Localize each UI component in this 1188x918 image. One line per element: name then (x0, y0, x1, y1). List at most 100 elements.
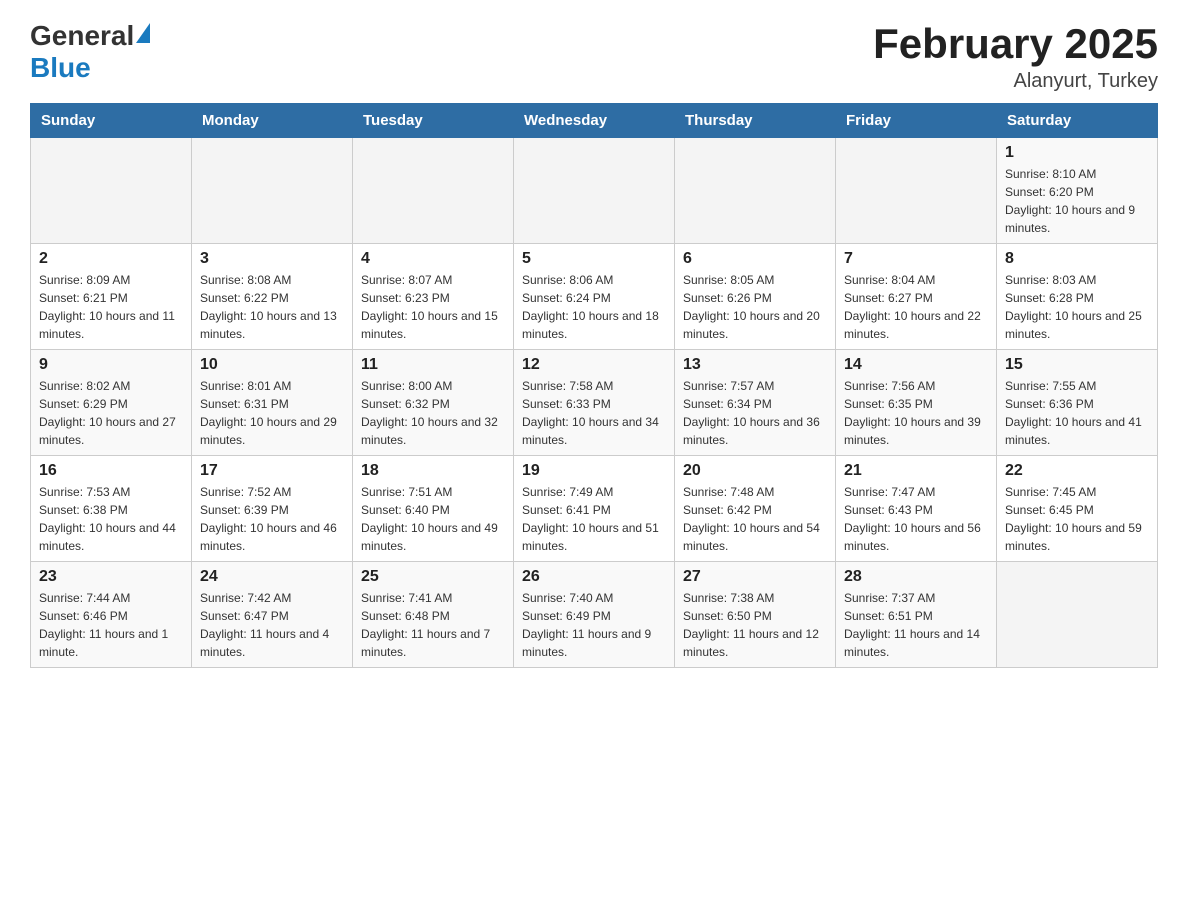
day-number: 2 (39, 250, 183, 268)
day-info: Sunrise: 8:05 AM Sunset: 6:26 PM Dayligh… (683, 271, 827, 343)
week-row-1: 1 Sunrise: 8:10 AM Sunset: 6:20 PM Daylig… (31, 138, 1158, 244)
day-info: Sunrise: 8:09 AM Sunset: 6:21 PM Dayligh… (39, 271, 183, 343)
weekday-header-monday: Monday (192, 104, 353, 138)
week-row-2: 2 Sunrise: 8:09 AM Sunset: 6:21 PM Daylig… (31, 244, 1158, 350)
day-number: 24 (200, 568, 344, 586)
day-info: Sunrise: 7:44 AM Sunset: 6:46 PM Dayligh… (39, 589, 183, 661)
day-number: 15 (1005, 356, 1149, 374)
weekday-header-wednesday: Wednesday (514, 104, 675, 138)
calendar-cell: 22Sunrise: 7:45 AM Sunset: 6:45 PM Dayli… (997, 456, 1158, 562)
day-info: Sunrise: 8:00 AM Sunset: 6:32 PM Dayligh… (361, 377, 505, 449)
day-number: 28 (844, 568, 988, 586)
day-number: 26 (522, 568, 666, 586)
day-number: 14 (844, 356, 988, 374)
calendar-cell (675, 138, 836, 244)
calendar-cell: 16 Sunrise: 7:53 AM Sunset: 6:38 PM Dayli… (31, 456, 192, 562)
day-info: Sunrise: 7:48 AM Sunset: 6:42 PM Dayligh… (683, 483, 827, 555)
calendar-cell: 7Sunrise: 8:04 AM Sunset: 6:27 PM Daylig… (836, 244, 997, 350)
logo-blue-text: Blue (30, 52, 91, 84)
calendar-cell: 3 Sunrise: 8:08 AM Sunset: 6:22 PM Daylig… (192, 244, 353, 350)
day-number: 4 (361, 250, 505, 268)
calendar-cell: 13Sunrise: 7:57 AM Sunset: 6:34 PM Dayli… (675, 350, 836, 456)
calendar-cell: 19 Sunrise: 7:49 AM Sunset: 6:41 PM Dayli… (514, 456, 675, 562)
day-info: Sunrise: 8:01 AM Sunset: 6:31 PM Dayligh… (200, 377, 344, 449)
calendar-cell: 17 Sunrise: 7:52 AM Sunset: 6:39 PM Dayli… (192, 456, 353, 562)
day-info: Sunrise: 8:07 AM Sunset: 6:23 PM Dayligh… (361, 271, 505, 343)
day-info: Sunrise: 8:10 AM Sunset: 6:20 PM Dayligh… (1005, 165, 1149, 237)
weekday-header-friday: Friday (836, 104, 997, 138)
calendar-cell: 8 Sunrise: 8:03 AM Sunset: 6:28 PM Daylig… (997, 244, 1158, 350)
calendar-cell: 28 Sunrise: 7:37 AM Sunset: 6:51 PM Dayli… (836, 562, 997, 668)
day-number: 22 (1005, 462, 1149, 480)
day-info: Sunrise: 7:40 AM Sunset: 6:49 PM Dayligh… (522, 589, 666, 661)
day-number: 16 (39, 462, 183, 480)
calendar-cell (192, 138, 353, 244)
day-number: 17 (200, 462, 344, 480)
day-number: 19 (522, 462, 666, 480)
day-info: Sunrise: 7:52 AM Sunset: 6:39 PM Dayligh… (200, 483, 344, 555)
calendar-cell: 24 Sunrise: 7:42 AM Sunset: 6:47 PM Dayli… (192, 562, 353, 668)
calendar-cell: 21 Sunrise: 7:47 AM Sunset: 6:43 PM Dayli… (836, 456, 997, 562)
page-header: General Blue February 2025 Alanyurt, Tur… (30, 20, 1158, 93)
day-number: 5 (522, 250, 666, 268)
weekday-header-sunday: Sunday (31, 104, 192, 138)
calendar-cell: 26 Sunrise: 7:40 AM Sunset: 6:49 PM Dayli… (514, 562, 675, 668)
calendar-cell (836, 138, 997, 244)
day-number: 3 (200, 250, 344, 268)
day-info: Sunrise: 7:53 AM Sunset: 6:38 PM Dayligh… (39, 483, 183, 555)
day-info: Sunrise: 8:08 AM Sunset: 6:22 PM Dayligh… (200, 271, 344, 343)
day-number: 25 (361, 568, 505, 586)
day-number: 8 (1005, 250, 1149, 268)
calendar-cell: 20 Sunrise: 7:48 AM Sunset: 6:42 PM Dayli… (675, 456, 836, 562)
calendar-cell: 12Sunrise: 7:58 AM Sunset: 6:33 PM Dayli… (514, 350, 675, 456)
day-info: Sunrise: 8:03 AM Sunset: 6:28 PM Dayligh… (1005, 271, 1149, 343)
calendar-cell: 5Sunrise: 8:06 AM Sunset: 6:24 PM Daylig… (514, 244, 675, 350)
day-info: Sunrise: 7:41 AM Sunset: 6:48 PM Dayligh… (361, 589, 505, 661)
calendar-cell: 27 Sunrise: 7:38 AM Sunset: 6:50 PM Dayli… (675, 562, 836, 668)
calendar-cell: 23 Sunrise: 7:44 AM Sunset: 6:46 PM Dayli… (31, 562, 192, 668)
day-number: 1 (1005, 144, 1149, 162)
calendar-cell: 25 Sunrise: 7:41 AM Sunset: 6:48 PM Dayli… (353, 562, 514, 668)
day-info: Sunrise: 7:51 AM Sunset: 6:40 PM Dayligh… (361, 483, 505, 555)
calendar-title: February 2025 (873, 20, 1158, 68)
day-number: 6 (683, 250, 827, 268)
day-number: 11 (361, 356, 505, 374)
calendar-cell: 2 Sunrise: 8:09 AM Sunset: 6:21 PM Daylig… (31, 244, 192, 350)
day-info: Sunrise: 7:57 AM Sunset: 6:34 PM Dayligh… (683, 377, 827, 449)
calendar-cell: 11 Sunrise: 8:00 AM Sunset: 6:32 PM Dayli… (353, 350, 514, 456)
day-number: 27 (683, 568, 827, 586)
calendar-cell (353, 138, 514, 244)
calendar-cell: 1 Sunrise: 8:10 AM Sunset: 6:20 PM Daylig… (997, 138, 1158, 244)
day-info: Sunrise: 7:42 AM Sunset: 6:47 PM Dayligh… (200, 589, 344, 661)
day-info: Sunrise: 7:58 AM Sunset: 6:33 PM Dayligh… (522, 377, 666, 449)
calendar-cell: 14Sunrise: 7:56 AM Sunset: 6:35 PM Dayli… (836, 350, 997, 456)
calendar-cell: 10Sunrise: 8:01 AM Sunset: 6:31 PM Dayli… (192, 350, 353, 456)
calendar-subtitle: Alanyurt, Turkey (873, 70, 1158, 93)
logo: General Blue (30, 20, 150, 84)
day-info: Sunrise: 7:55 AM Sunset: 6:36 PM Dayligh… (1005, 377, 1149, 449)
logo-general-text: General (30, 20, 134, 52)
day-info: Sunrise: 8:02 AM Sunset: 6:29 PM Dayligh… (39, 377, 183, 449)
day-info: Sunrise: 7:47 AM Sunset: 6:43 PM Dayligh… (844, 483, 988, 555)
day-number: 7 (844, 250, 988, 268)
title-block: February 2025 Alanyurt, Turkey (873, 20, 1158, 93)
calendar-table: SundayMondayTuesdayWednesdayThursdayFrid… (30, 103, 1158, 668)
day-number: 21 (844, 462, 988, 480)
day-number: 20 (683, 462, 827, 480)
calendar-cell: 9 Sunrise: 8:02 AM Sunset: 6:29 PM Daylig… (31, 350, 192, 456)
weekday-header-saturday: Saturday (997, 104, 1158, 138)
day-info: Sunrise: 7:49 AM Sunset: 6:41 PM Dayligh… (522, 483, 666, 555)
day-number: 23 (39, 568, 183, 586)
day-number: 9 (39, 356, 183, 374)
weekday-header-thursday: Thursday (675, 104, 836, 138)
calendar-cell: 6 Sunrise: 8:05 AM Sunset: 6:26 PM Daylig… (675, 244, 836, 350)
logo-triangle-icon (136, 23, 150, 43)
day-number: 18 (361, 462, 505, 480)
calendar-cell: 15 Sunrise: 7:55 AM Sunset: 6:36 PM Dayli… (997, 350, 1158, 456)
calendar-cell (31, 138, 192, 244)
day-info: Sunrise: 7:38 AM Sunset: 6:50 PM Dayligh… (683, 589, 827, 661)
weekday-header-row: SundayMondayTuesdayWednesdayThursdayFrid… (31, 104, 1158, 138)
week-row-3: 9 Sunrise: 8:02 AM Sunset: 6:29 PM Daylig… (31, 350, 1158, 456)
day-info: Sunrise: 7:37 AM Sunset: 6:51 PM Dayligh… (844, 589, 988, 661)
week-row-4: 16 Sunrise: 7:53 AM Sunset: 6:38 PM Dayli… (31, 456, 1158, 562)
